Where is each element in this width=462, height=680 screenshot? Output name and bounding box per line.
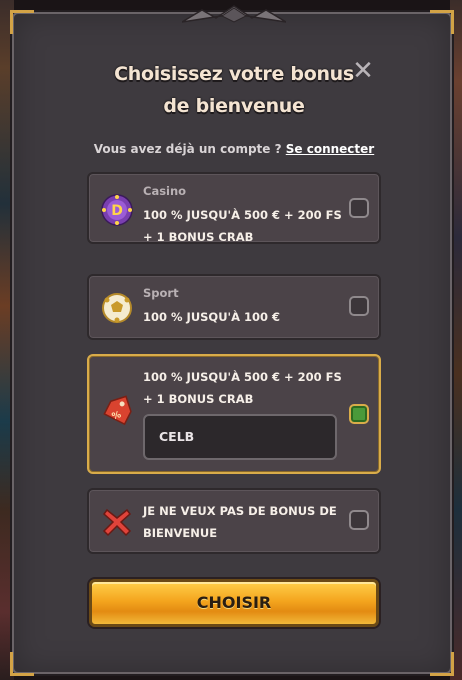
promo-code-input[interactable]: CELB <box>143 414 337 460</box>
modal-title: Choisissez votre bonus de bienvenue <box>104 58 364 122</box>
close-icon[interactable]: ✕ <box>350 58 376 84</box>
soccer-ball-icon <box>102 293 132 323</box>
option-offer-text: 100 % JUSQU'À 500 € + 200 FS + 1 BONUS C… <box>143 204 343 248</box>
svg-text:D: D <box>111 203 123 219</box>
option-offer-line2: BIENVENUE <box>143 526 218 540</box>
crest-ornament-icon <box>182 5 286 23</box>
corner-ornament <box>10 10 34 34</box>
login-prompt: Vous avez déjà un compte ? Se connecter <box>54 142 414 156</box>
option-offer-line2: + 1 BONUS CRAB <box>143 230 254 244</box>
modal-title-line2: de bienvenue <box>163 95 305 117</box>
option-checkbox-checked[interactable] <box>349 404 369 424</box>
choose-button[interactable]: CHOISIR <box>89 579 379 627</box>
login-prompt-text: Vous avez déjà un compte ? <box>93 142 282 156</box>
corner-ornament <box>10 652 34 676</box>
option-offer-line1: 100 % JUSQU'À 500 € + 200 FS <box>143 370 342 384</box>
option-offer-line1: 100 % JUSQU'À 100 € <box>143 310 280 324</box>
corner-ornament <box>430 652 454 676</box>
option-category-label: Sport <box>143 286 179 300</box>
bonus-option-sport[interactable]: Sport 100 % JUSQU'À 100 € <box>87 274 381 340</box>
option-category-label: Casino <box>143 184 187 198</box>
option-offer-line1: 100 % JUSQU'À 500 € + 200 FS <box>143 208 342 222</box>
choose-button-label: CHOISIR <box>196 593 272 612</box>
option-checkbox[interactable] <box>349 296 369 316</box>
option-offer-text: JE NE VEUX PAS DE BONUS DE BIENVENUE <box>143 500 353 544</box>
red-x-icon <box>102 508 132 537</box>
login-link[interactable]: Se connecter <box>286 142 374 156</box>
bonus-option-promo-selected[interactable]: % 100 % JUSQU'À 500 € + 200 FS + 1 BONUS… <box>87 354 381 474</box>
bonus-option-none[interactable]: JE NE VEUX PAS DE BONUS DE BIENVENUE <box>87 488 381 554</box>
modal-title-line1: Choisissez votre bonus <box>114 63 354 85</box>
option-offer-text: 100 % JUSQU'À 100 € <box>143 306 343 328</box>
option-offer-line2: + 1 BONUS CRAB <box>143 392 254 406</box>
option-checkbox[interactable] <box>349 510 369 530</box>
corner-ornament <box>430 10 454 34</box>
bonus-option-casino[interactable]: D Casino 100 % JUSQU'À 500 € + 200 FS + … <box>87 172 381 244</box>
option-offer-line1: JE NE VEUX PAS DE BONUS DE <box>143 504 337 518</box>
casino-chip-icon: D <box>101 194 133 226</box>
option-checkbox[interactable] <box>349 198 369 218</box>
promo-tag-icon: % <box>103 395 132 426</box>
welcome-bonus-modal: Choisissez votre bonus de bienvenue ✕ Vo… <box>10 5 454 676</box>
option-offer-text: 100 % JUSQU'À 500 € + 200 FS + 1 BONUS C… <box>143 366 343 410</box>
